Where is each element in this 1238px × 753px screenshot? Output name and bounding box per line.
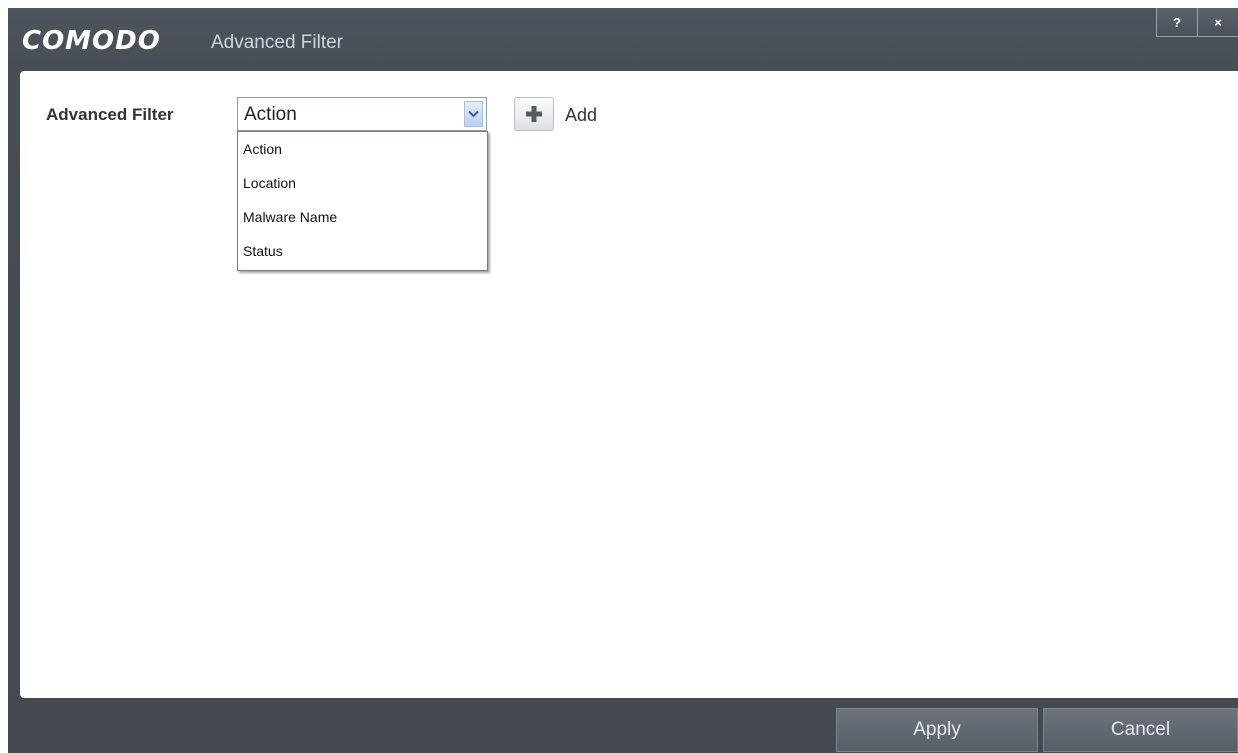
- advanced-filter-dialog: COMODO Advanced Filter ? × Advanced Filt…: [8, 8, 1238, 753]
- add-label[interactable]: Add: [565, 105, 597, 126]
- dropdown-option-status[interactable]: Status: [238, 234, 487, 268]
- dialog-title: Advanced Filter: [211, 32, 344, 53]
- dropdown-option-location[interactable]: Location: [238, 166, 487, 200]
- dropdown-option-action[interactable]: Action: [238, 132, 487, 166]
- dialog-footer: Apply Cancel: [8, 698, 1238, 753]
- title-buttons: ? ×: [1156, 8, 1238, 37]
- title-bar: COMODO Advanced Filter ? ×: [8, 8, 1238, 74]
- filter-type-dropdown: Action Location Malware Name Status: [237, 131, 488, 271]
- advanced-filter-label: Advanced Filter: [46, 105, 174, 124]
- plus-icon: [526, 106, 542, 122]
- filter-type-value: Action: [244, 104, 297, 125]
- add-button[interactable]: [514, 97, 554, 131]
- close-button[interactable]: ×: [1197, 8, 1238, 36]
- comodo-logo: COMODO: [22, 26, 161, 56]
- chevron-down-icon[interactable]: [464, 101, 483, 127]
- dropdown-option-malware-name[interactable]: Malware Name: [238, 200, 487, 234]
- filter-panel: Advanced Filter Action Add Action Locati…: [20, 71, 1238, 698]
- apply-button[interactable]: Apply: [836, 708, 1038, 752]
- help-button[interactable]: ?: [1157, 8, 1197, 36]
- cancel-button[interactable]: Cancel: [1043, 708, 1238, 752]
- filter-type-select[interactable]: Action: [237, 97, 487, 131]
